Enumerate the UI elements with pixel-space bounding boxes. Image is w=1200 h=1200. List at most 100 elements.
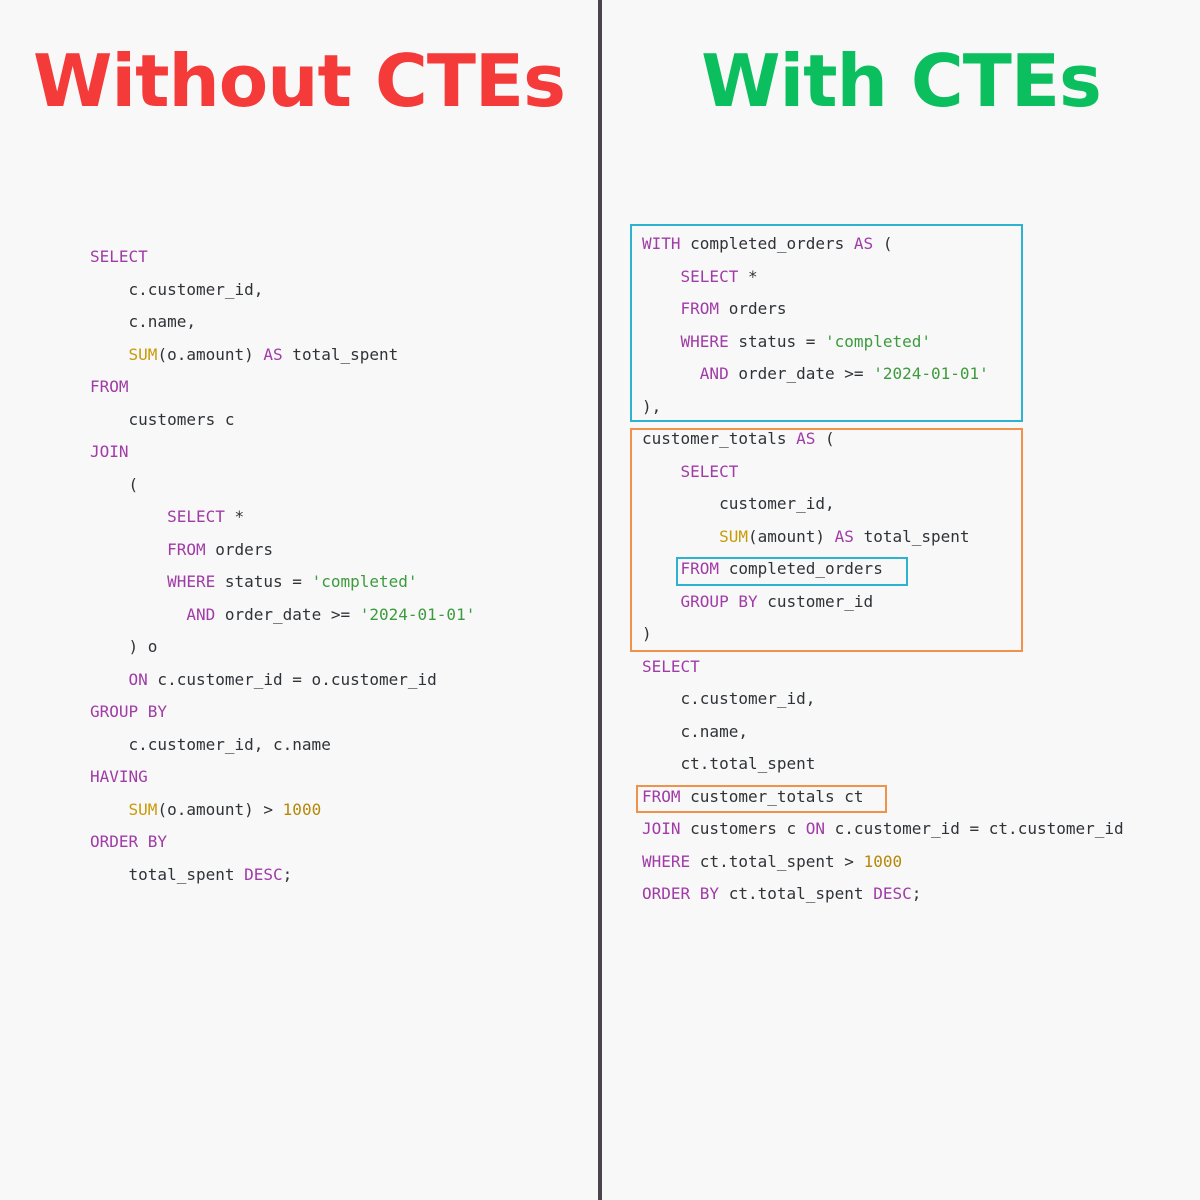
code-line: GROUP BY	[90, 700, 167, 724]
code-text: c.name,	[642, 721, 748, 741]
code-line: WHERE status = 'completed'	[642, 330, 931, 354]
code-number: 1000	[282, 799, 322, 819]
code-keyword: SELECT	[642, 656, 700, 676]
code-keyword: ORDER BY	[90, 832, 168, 851]
code-keyword: ON	[805, 819, 826, 838]
code-function: SUM	[128, 344, 158, 364]
code-line: AND order_date >= '2024-01-01'	[90, 603, 475, 627]
code-keyword: SELECT	[680, 461, 739, 481]
code-line: c.customer_id, c.name	[90, 733, 331, 757]
code-text: total_spent	[853, 526, 970, 546]
code-line: customer_totals AS (	[642, 427, 835, 451]
code-keyword: DESC	[873, 884, 912, 903]
code-keyword: GROUP BY	[90, 702, 168, 721]
code-line: total_spent DESC;	[90, 863, 293, 887]
query-without-ctes: SELECT c.customer_id, c.name, SUM(o.amou…	[90, 245, 570, 905]
code-text: c.customer_id = o.customer_id	[147, 669, 437, 689]
with-ctes-heading: With CTEs	[701, 39, 1102, 123]
code-line: WHERE ct.total_spent > 1000	[642, 850, 902, 874]
code-text: c.customer_id,	[90, 279, 264, 299]
code-function: SUM	[719, 526, 748, 546]
code-text: (o.amount) >	[157, 799, 283, 819]
code-line: customer_id,	[642, 492, 835, 516]
code-text: completed_orders	[719, 559, 883, 578]
panel-divider	[598, 0, 602, 1200]
code-line: HAVING	[90, 765, 148, 789]
code-keyword: AS	[853, 234, 874, 253]
code-keyword: FROM	[680, 559, 720, 578]
code-line: JOIN customers c ON c.customer_id = ct.c…	[642, 817, 1124, 841]
code-line: (	[90, 473, 139, 497]
code-line: ct.total_spent	[642, 752, 816, 776]
code-keyword: FROM	[642, 786, 681, 806]
code-string: 'completed'	[311, 572, 418, 591]
code-line: FROM orders	[90, 538, 273, 562]
code-line: c.name,	[642, 720, 748, 744]
code-text: order_date >=	[215, 604, 360, 624]
code-line: FROM completed_orders	[642, 557, 883, 581]
code-line: ),	[642, 395, 661, 419]
code-keyword: AS	[263, 344, 283, 364]
code-line: SUM(o.amount) > 1000	[90, 798, 322, 822]
code-text: (	[815, 429, 835, 448]
code-line: SELECT	[642, 460, 739, 484]
code-text: customer_totals	[642, 429, 797, 448]
code-keyword: GROUP BY	[680, 591, 758, 611]
code-keyword: ORDER BY	[642, 884, 720, 903]
code-text: ;	[911, 884, 922, 903]
code-text: )	[642, 624, 652, 643]
code-line: ORDER BY ct.total_spent DESC;	[642, 882, 921, 906]
code-text: ct.total_spent	[719, 884, 874, 903]
code-text: ct.total_spent >	[690, 851, 864, 871]
code-keyword: ON	[128, 669, 148, 689]
code-text: c.name,	[90, 312, 196, 331]
code-text: (	[873, 234, 893, 253]
code-line: SELECT	[90, 245, 148, 269]
code-text: ),	[642, 396, 662, 416]
code-line: )	[642, 622, 652, 646]
code-line: ) o	[90, 635, 158, 659]
code-keyword: JOIN	[90, 442, 129, 461]
code-line: FROM orders	[642, 297, 787, 321]
code-text: c.customer_id, c.name	[90, 734, 331, 754]
code-text: status =	[728, 331, 826, 351]
code-text: customer_totals ct	[680, 786, 864, 806]
code-text: orders	[205, 539, 274, 559]
code-keyword: WHERE	[167, 572, 216, 591]
code-keyword: SELECT	[90, 247, 148, 266]
code-text: total_spent	[282, 344, 399, 364]
code-line: c.customer_id,	[642, 687, 816, 711]
code-text: (amount)	[747, 526, 835, 546]
code-line: WITH completed_orders AS (	[642, 232, 892, 256]
code-function: SUM	[128, 799, 158, 819]
code-keyword: JOIN	[642, 819, 681, 838]
code-text: total_spent	[90, 864, 245, 884]
code-line: GROUP BY customer_id	[642, 590, 874, 614]
code-text: customers c	[680, 819, 806, 838]
code-keyword: AS	[796, 429, 816, 448]
code-text: customers c	[90, 409, 235, 429]
code-number: 1000	[863, 851, 903, 871]
code-line: SELECT *	[642, 265, 758, 289]
code-text: customer_id	[757, 591, 874, 611]
code-keyword: SELECT	[680, 266, 739, 286]
code-line: ORDER BY	[90, 830, 167, 854]
code-text: c.customer_id,	[642, 689, 816, 708]
code-keyword: AND	[186, 604, 216, 624]
code-keyword: WITH	[642, 234, 681, 253]
code-line: SELECT	[642, 655, 700, 679]
code-text: completed_orders	[680, 234, 854, 253]
code-text: ) o	[90, 637, 158, 656]
code-string: '2024-01-01'	[359, 604, 476, 624]
code-text: status =	[215, 572, 312, 591]
code-text: (o.amount)	[157, 344, 264, 364]
